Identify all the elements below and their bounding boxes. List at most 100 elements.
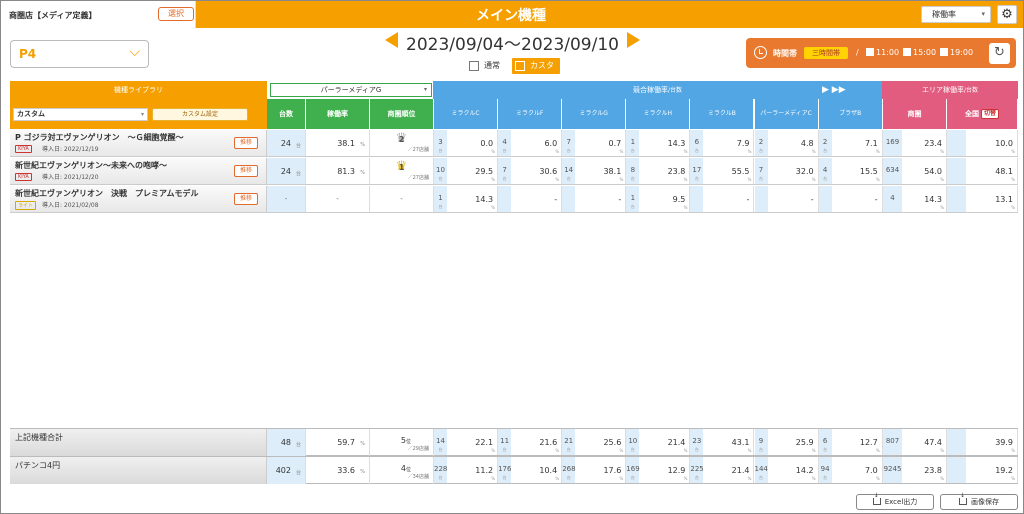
scroll-next-icons[interactable]: ▶ ▶▶ — [822, 85, 846, 95]
column-header-competitor: ミラクルF — [498, 99, 563, 129]
area-rate-cell: 19.2% — [967, 457, 1018, 483]
trend-button[interactable]: 推移 — [234, 137, 258, 149]
competitor-rate: - — [618, 195, 622, 204]
competitor-rate: 23.8 — [667, 167, 686, 176]
competitor-rate: 14.3 — [667, 139, 686, 148]
competitor-rate: 4.8 — [800, 139, 814, 148]
competitor-count-cell: 7台 — [562, 130, 577, 156]
own-count: 402 — [275, 466, 291, 475]
time-band-separator: / — [856, 48, 859, 57]
unit-label: 台 — [295, 171, 301, 177]
metric-select[interactable]: 稼働率 ▾ — [921, 6, 991, 23]
time-check-1500[interactable]: 15:00 — [903, 48, 936, 57]
own-count-cell: - — [267, 186, 306, 212]
model-name[interactable]: 新世紀エヴァンゲリオン～未来への咆哮～ — [15, 160, 167, 171]
competitor-rate-cell: - — [704, 186, 755, 212]
competitor-rate-cell: 55.5% — [704, 158, 755, 184]
competitor-rate: 9.5 — [672, 195, 686, 204]
time-check-1900[interactable]: 19:00 — [940, 48, 973, 57]
percent-unit: % — [940, 448, 944, 453]
unit-label: 台 — [823, 475, 828, 480]
competitor-rate-cell: 12.9% — [640, 457, 691, 483]
refresh-button[interactable]: ↻ — [989, 43, 1010, 64]
column-header-competitor: ミラクルC — [434, 99, 499, 129]
competitor-rate: 14.3 — [475, 195, 494, 204]
save-image-button[interactable]: 画像保存 — [940, 493, 1018, 510]
column-header-competitor: ミラクルH — [626, 99, 691, 129]
percent-unit: % — [940, 177, 944, 182]
unit-label: 台 — [759, 176, 763, 181]
custom-select[interactable]: カスタム ▾ — [13, 108, 148, 121]
competitor-rate-cell: 11.2% — [448, 457, 499, 483]
switch-button[interactable]: 切替 — [981, 109, 999, 119]
prev-week-arrow-icon[interactable] — [385, 32, 398, 48]
custom-settings-button[interactable]: カスタム設定 — [152, 108, 248, 121]
competitor-rate-cell: 32.0% — [769, 158, 819, 184]
competitor-rate-cell: 14.3% — [640, 130, 691, 156]
percent-unit: % — [940, 476, 944, 481]
area-count: 169 — [885, 138, 900, 146]
page-title: メイン機種 — [476, 8, 546, 24]
competitor-rate: 7.0 — [864, 466, 878, 475]
competitor-rate: 29.5 — [475, 167, 494, 176]
percent-unit: % — [811, 476, 816, 481]
competitor-count-cell — [818, 186, 833, 212]
unit-label: 台 — [630, 447, 635, 452]
percent-unit: % — [619, 177, 624, 182]
competitor-count: 23 — [692, 437, 702, 445]
percent-unit: % — [747, 149, 752, 154]
unit-label: 台 — [823, 447, 828, 452]
competitor-count-cell: 8台 — [626, 158, 641, 184]
percent-unit: % — [360, 142, 365, 148]
section-competitor-sub: /台数 — [667, 87, 683, 94]
trade-area-rank-cell: 5位 ／29店舗 — [370, 429, 434, 456]
own-rate-cell: 59.7% — [306, 429, 370, 456]
unit-label: 台 — [502, 475, 507, 480]
own-count-cell: 24 台 — [267, 130, 306, 156]
competitor-count: 2 — [758, 138, 764, 146]
model-name-cell: 新世紀エヴァンゲリオン 決戦 プレミアムモデル ライト 導入日: 2021/02/0… — [10, 186, 267, 212]
settings-button[interactable]: ⚙ — [997, 5, 1017, 24]
excel-export-button[interactable]: Excel出力 — [856, 493, 934, 510]
view-normal-button[interactable]: 通常 — [466, 58, 510, 74]
own-rate: 81.3 — [337, 167, 355, 176]
competitor-count: 4 — [822, 166, 828, 174]
percent-unit: % — [811, 448, 816, 453]
competitor-count: 94 — [820, 465, 830, 473]
competitor-count-cell — [690, 186, 705, 212]
trend-button[interactable]: 推移 — [234, 193, 258, 205]
competitor-count-cell: 2台 — [754, 130, 769, 156]
summary-name: パチンコ4円 — [15, 461, 61, 470]
competitor-count-cell — [498, 186, 513, 212]
view-custom-button[interactable]: カスタム — [512, 58, 560, 86]
time-band-panel: 時間帯 三時間帯 / 11:00 15:00 19:00 ↻ — [746, 38, 1016, 68]
competitor-rate: 12.9 — [667, 466, 686, 475]
area-count-cell — [947, 186, 967, 212]
maker-tag: KIYA — [15, 173, 32, 181]
store-select-button[interactable]: 選択 — [158, 7, 194, 21]
percent-unit: % — [555, 177, 560, 182]
parlor-media-select[interactable]: パーラーメディアG ▾ — [270, 83, 432, 97]
unit-label: 台 — [630, 475, 635, 480]
competitor-count: 14 — [436, 437, 445, 445]
trend-button[interactable]: 推移 — [234, 165, 258, 177]
unit-label: 台 — [502, 148, 507, 153]
own-rate: - — [336, 195, 339, 203]
custom-select-value: カスタム — [17, 110, 45, 118]
chevron-down-icon: ▾ — [423, 86, 427, 93]
next-week-arrow-icon[interactable] — [627, 32, 640, 48]
table-row: P ゴジラ対エヴァンゲリオン ～Ｇ細胞覚醒～ KIYA 導入日: 2022/12/1… — [10, 130, 1018, 157]
time-check-1100[interactable]: 11:00 — [866, 48, 899, 57]
model-name[interactable]: P ゴジラ対エヴァンゲリオン ～Ｇ細胞覚醒～ — [15, 132, 184, 143]
time-check-label: 15:00 — [913, 48, 937, 57]
trade-area-rank-cell: ♛ 1 ／27店舗 — [370, 158, 434, 184]
competitor-count: 228 — [434, 465, 448, 473]
unit-label: 台 — [694, 176, 699, 181]
competitor-count: 1 — [438, 194, 443, 202]
model-name[interactable]: 新世紀エヴァンゲリオン 決戦 プレミアムモデル — [15, 188, 198, 199]
percent-unit: % — [875, 149, 880, 154]
three-time-band-button[interactable]: 三時間帯 — [804, 47, 848, 59]
competitor-rate: 25.6 — [603, 438, 622, 447]
model-select[interactable]: P4 ⌵ — [10, 40, 149, 68]
chevron-down-icon: ▾ — [981, 10, 985, 18]
